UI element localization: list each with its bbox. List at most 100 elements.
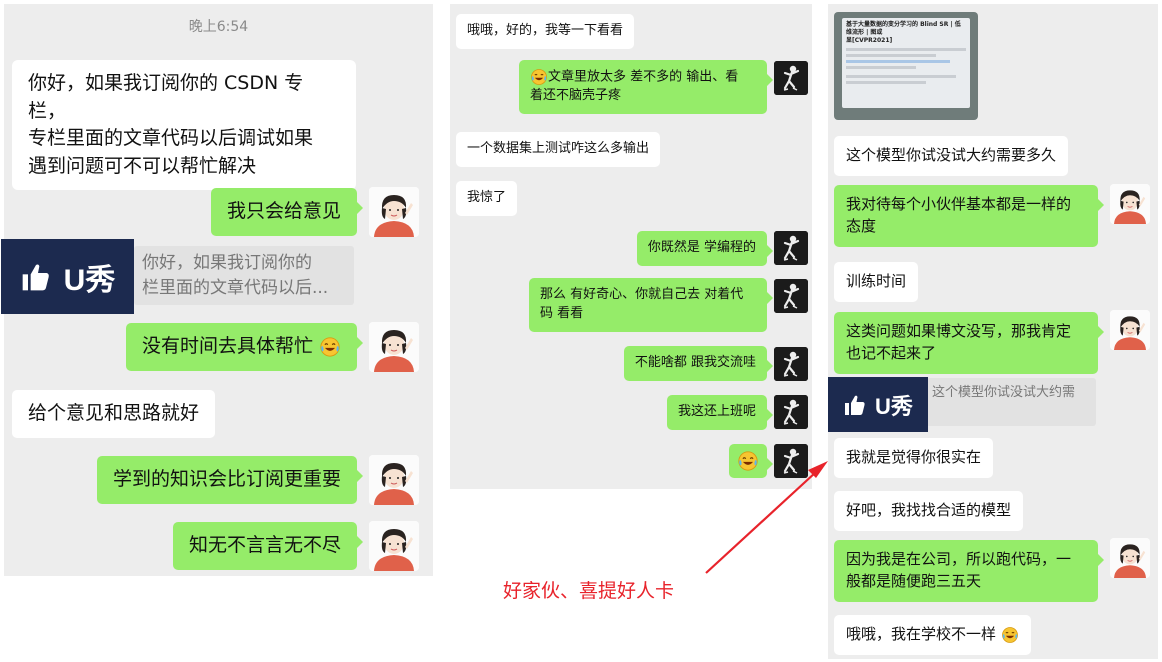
message-text: 这个模型你试没试大约需要多久 [846,146,1057,164]
message-bubble[interactable]: 学到的知识会比订阅更重要 [96,456,364,504]
message-row [729,444,773,478]
screenshot-collage: 晚上6:54 你好，如果我订阅你的 CSDN 专栏， 专栏里面的文章代码以后调试… [0,0,1162,662]
message-row: 不能啥都 跟我交流哇 [623,346,774,381]
message-bubble[interactable]: 好吧，我找找合适的模型 [834,491,1024,531]
message-text: 我就是觉得你很实在 [846,448,982,466]
message-bubble[interactable]: 我只会给意见 [210,188,364,236]
message-bubble[interactable]: 我惊了 [456,181,518,216]
message-text: 码 看看 [540,305,584,321]
girl-avatar[interactable] [369,322,419,372]
message-text: 文章里放太多 差不多的 输出、看 [548,69,739,85]
message-bubble[interactable]: 给个意见和思路就好 [12,390,216,438]
message-row: 我只会给意见 [210,188,364,236]
thumbnail-line [846,54,936,58]
message-bubble[interactable]: 哦哦，好的，我等一下看看 [456,14,635,49]
message-text: 我只会给意见 [226,200,341,222]
message-bubble[interactable]: 这类问题如果博文没写，那我肯定 也记不起来了 [834,312,1104,374]
quoted-message[interactable]: 这个模型你试没试大约需 [926,378,1096,426]
message-text: 训练时间 [846,272,907,290]
message-row: 这类问题如果博文没写，那我肯定 也记不起来了 [834,312,1104,374]
message-bubble[interactable]: 训练时间 [834,262,919,302]
message-bubble[interactable]: 那么 有好奇心、你就自己去 对着代 码 看看 [529,278,773,332]
message-row: 训练时间 [834,262,919,302]
message-text: 也记不起来了 [846,343,937,362]
message-bubble[interactable]: 知无不言言无不尽 [172,522,364,570]
dancing-figure-avatar[interactable] [774,395,808,429]
message-text: 知无不言言无不尽 [188,534,341,556]
message-bubble[interactable]: 我就是觉得你很实在 [834,438,994,478]
laughing-crying-emoji-icon [1001,626,1019,644]
message-text: 这类问题如果博文没写，那我肯定 [846,322,1072,340]
dancing-figure-avatar[interactable] [774,444,808,478]
thumbs-up-icon [843,393,867,417]
message-bubble[interactable]: 不能啥都 跟我交流哇 [623,346,774,381]
message-text: 因为我是在公司，所以跑代码，一 [846,550,1072,568]
quoted-message[interactable]: 你好，如果我订阅你的 栏里面的文章代码以后... [134,246,354,306]
message-bubble[interactable]: 没有时间去具体帮忙 [125,323,364,371]
thumbnail-line [846,66,916,70]
laughing-crying-emoji-icon [737,450,759,472]
girl-avatar[interactable] [1110,310,1150,350]
message-text: 哦哦，我在学校不一样 [846,625,997,643]
message-bubble[interactable]: 你既然是 学编程的 [636,231,774,266]
message-bubble[interactable] [729,444,773,478]
message-text: 学到的知识会比订阅更重要 [112,468,341,490]
message-text: 我对待每个小伙伴基本都是一样的 [846,195,1072,213]
message-row: 文章里放太多 差不多的 输出、看 着还不脑壳子疼 [519,60,773,115]
message-row: 这个模型你试没试大约需要多久 [834,136,1069,176]
quote-text: 这个模型你试没试大约需 [932,385,1076,400]
message-row: 我这还上班呢 [666,395,774,430]
dancing-figure-avatar[interactable] [774,347,808,381]
message-row: 知无不言言无不尽 [172,522,364,570]
message-text: 一个数据集上测试咋这么多输出 [467,141,650,156]
message-row: 我惊了 [456,181,518,216]
message-row: 哦哦，好的，我等一下看看 [456,14,635,49]
message-bubble[interactable]: 文章里放太多 差不多的 输出、看 着还不脑壳子疼 [519,60,773,115]
chat-panel-2: 哦哦，好的，我等一下看看 文章里放太多 差不多的 输出、看 着还不脑壳子疼 一个… [450,4,812,489]
message-text: 态度 [846,216,877,235]
message-text: 专栏里面的文章代码以后调试如果 [28,127,314,150]
girl-avatar[interactable] [1110,184,1150,224]
u-xiu-badge: U秀 [828,377,928,432]
laughing-crying-emoji-icon [319,336,341,358]
message-row: 好吧，我找找合适的模型 [834,491,1024,531]
thumbnail-title: 基于大量数据的变分学习的 Blind SR | 低维流形 | 图或 显[CVPR… [846,21,961,44]
message-text: 般都是随便跑三五天 [846,571,982,590]
message-text: 遇到问题可不可以帮忙解决 [28,154,257,177]
message-text: 我这还上班呢 [677,404,756,419]
dancing-figure-avatar[interactable] [774,61,808,95]
girl-avatar[interactable] [369,455,419,505]
message-bubble[interactable]: 你好，如果我订阅你的 CSDN 专栏， 专栏里面的文章代码以后调试如果 遇到问题… [12,60,356,191]
message-text: 那么 有好奇心、你就自己去 对着代 [540,287,744,302]
message-bubble[interactable]: 我对待每个小伙伴基本都是一样的 态度 [834,185,1104,247]
message-text: 你既然是 学编程的 [647,240,756,255]
thumbnail-line [846,81,926,85]
dancing-figure-avatar[interactable] [774,231,808,265]
message-bubble[interactable]: 因为我是在公司，所以跑代码，一 般都是随便跑三五天 [834,540,1104,602]
quote-text: 你好，如果我订阅你的 [142,253,312,273]
annotation-text: 好家伙、喜提好人卡 [503,580,675,602]
message-text: 不能啥都 跟我交流哇 [634,355,756,370]
girl-avatar[interactable] [369,187,419,237]
thumbnail-line [846,75,956,79]
message-bubble[interactable]: 我这还上班呢 [666,395,774,430]
message-text: 好吧，我找找合适的模型 [846,501,1012,519]
message-text: 我惊了 [467,190,507,205]
screenshot-thumbnail[interactable]: 基于大量数据的变分学习的 Blind SR | 低维流形 | 图或 显[CVPR… [834,12,978,120]
thumbnail-screen: 基于大量数据的变分学习的 Blind SR | 低维流形 | 图或 显[CVPR… [842,18,970,108]
dancing-figure-avatar[interactable] [774,279,808,313]
message-row: 那么 有好奇心、你就自己去 对着代 码 看看 [529,278,773,332]
message-row: 给个意见和思路就好 [12,390,216,438]
badge-label: U秀 [63,263,116,297]
message-row: 哦哦，我在学校不一样 [834,615,1031,655]
message-bubble[interactable]: 一个数据集上测试咋这么多输出 [456,132,661,167]
message-bubble[interactable]: 哦哦，我在学校不一样 [834,615,1031,655]
badge-label: U秀 [875,393,913,419]
message-row: 一个数据集上测试咋这么多输出 [456,132,661,167]
thumbnail-line [846,48,966,52]
message-bubble[interactable]: 这个模型你试没试大约需要多久 [834,136,1069,176]
message-text: 哦哦，好的，我等一下看看 [467,23,624,38]
girl-avatar[interactable] [369,521,419,571]
girl-avatar[interactable] [1110,538,1150,578]
message-text: 着还不脑壳子疼 [530,88,622,104]
